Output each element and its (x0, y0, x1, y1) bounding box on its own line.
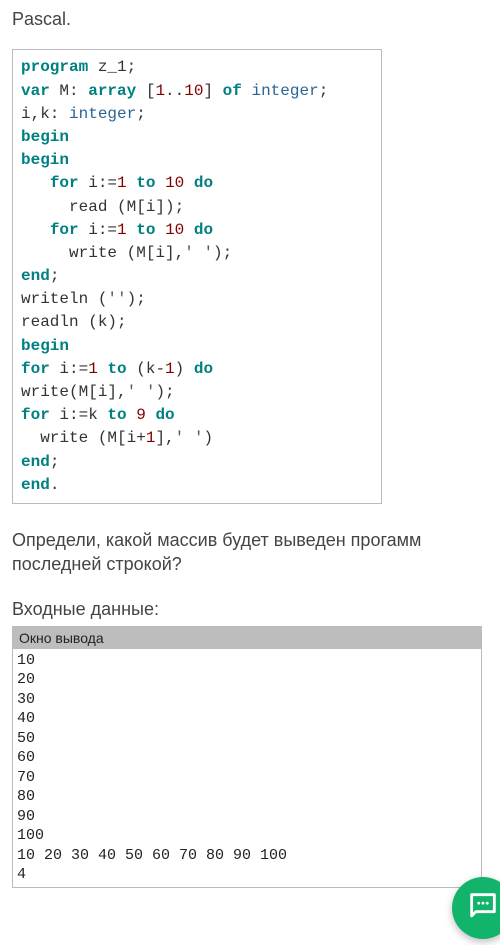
output-window-header: Окно вывода (13, 627, 481, 649)
output-line: 80 (17, 787, 477, 807)
output-line: 30 (17, 690, 477, 710)
output-line: 50 (17, 729, 477, 749)
input-data-label: Входные данные: (12, 599, 488, 620)
output-line: 70 (17, 768, 477, 788)
code-block: program z_1; var M: array [1..10] of int… (12, 49, 382, 504)
output-line: 60 (17, 748, 477, 768)
output-line: 90 (17, 807, 477, 827)
chat-fab-button[interactable] (452, 877, 500, 939)
output-line: 4 (17, 865, 477, 885)
output-line: 100 (17, 826, 477, 846)
output-line: 40 (17, 709, 477, 729)
output-window: Окно вывода 10 20 30 40 50 60 70 80 90 1… (12, 626, 482, 888)
output-line: 20 (17, 670, 477, 690)
code-pre: program z_1; var M: array [1..10] of int… (21, 56, 373, 497)
chat-icon (466, 889, 500, 928)
output-line: 10 (17, 651, 477, 671)
output-window-body: 10 20 30 40 50 60 70 80 90 100 10 20 30 … (13, 649, 481, 887)
intro-text: Pascal. (12, 8, 488, 31)
output-line: 10 20 30 40 50 60 70 80 90 100 (17, 846, 477, 866)
question-text: Определи, какой массив будет выведен про… (12, 528, 488, 577)
